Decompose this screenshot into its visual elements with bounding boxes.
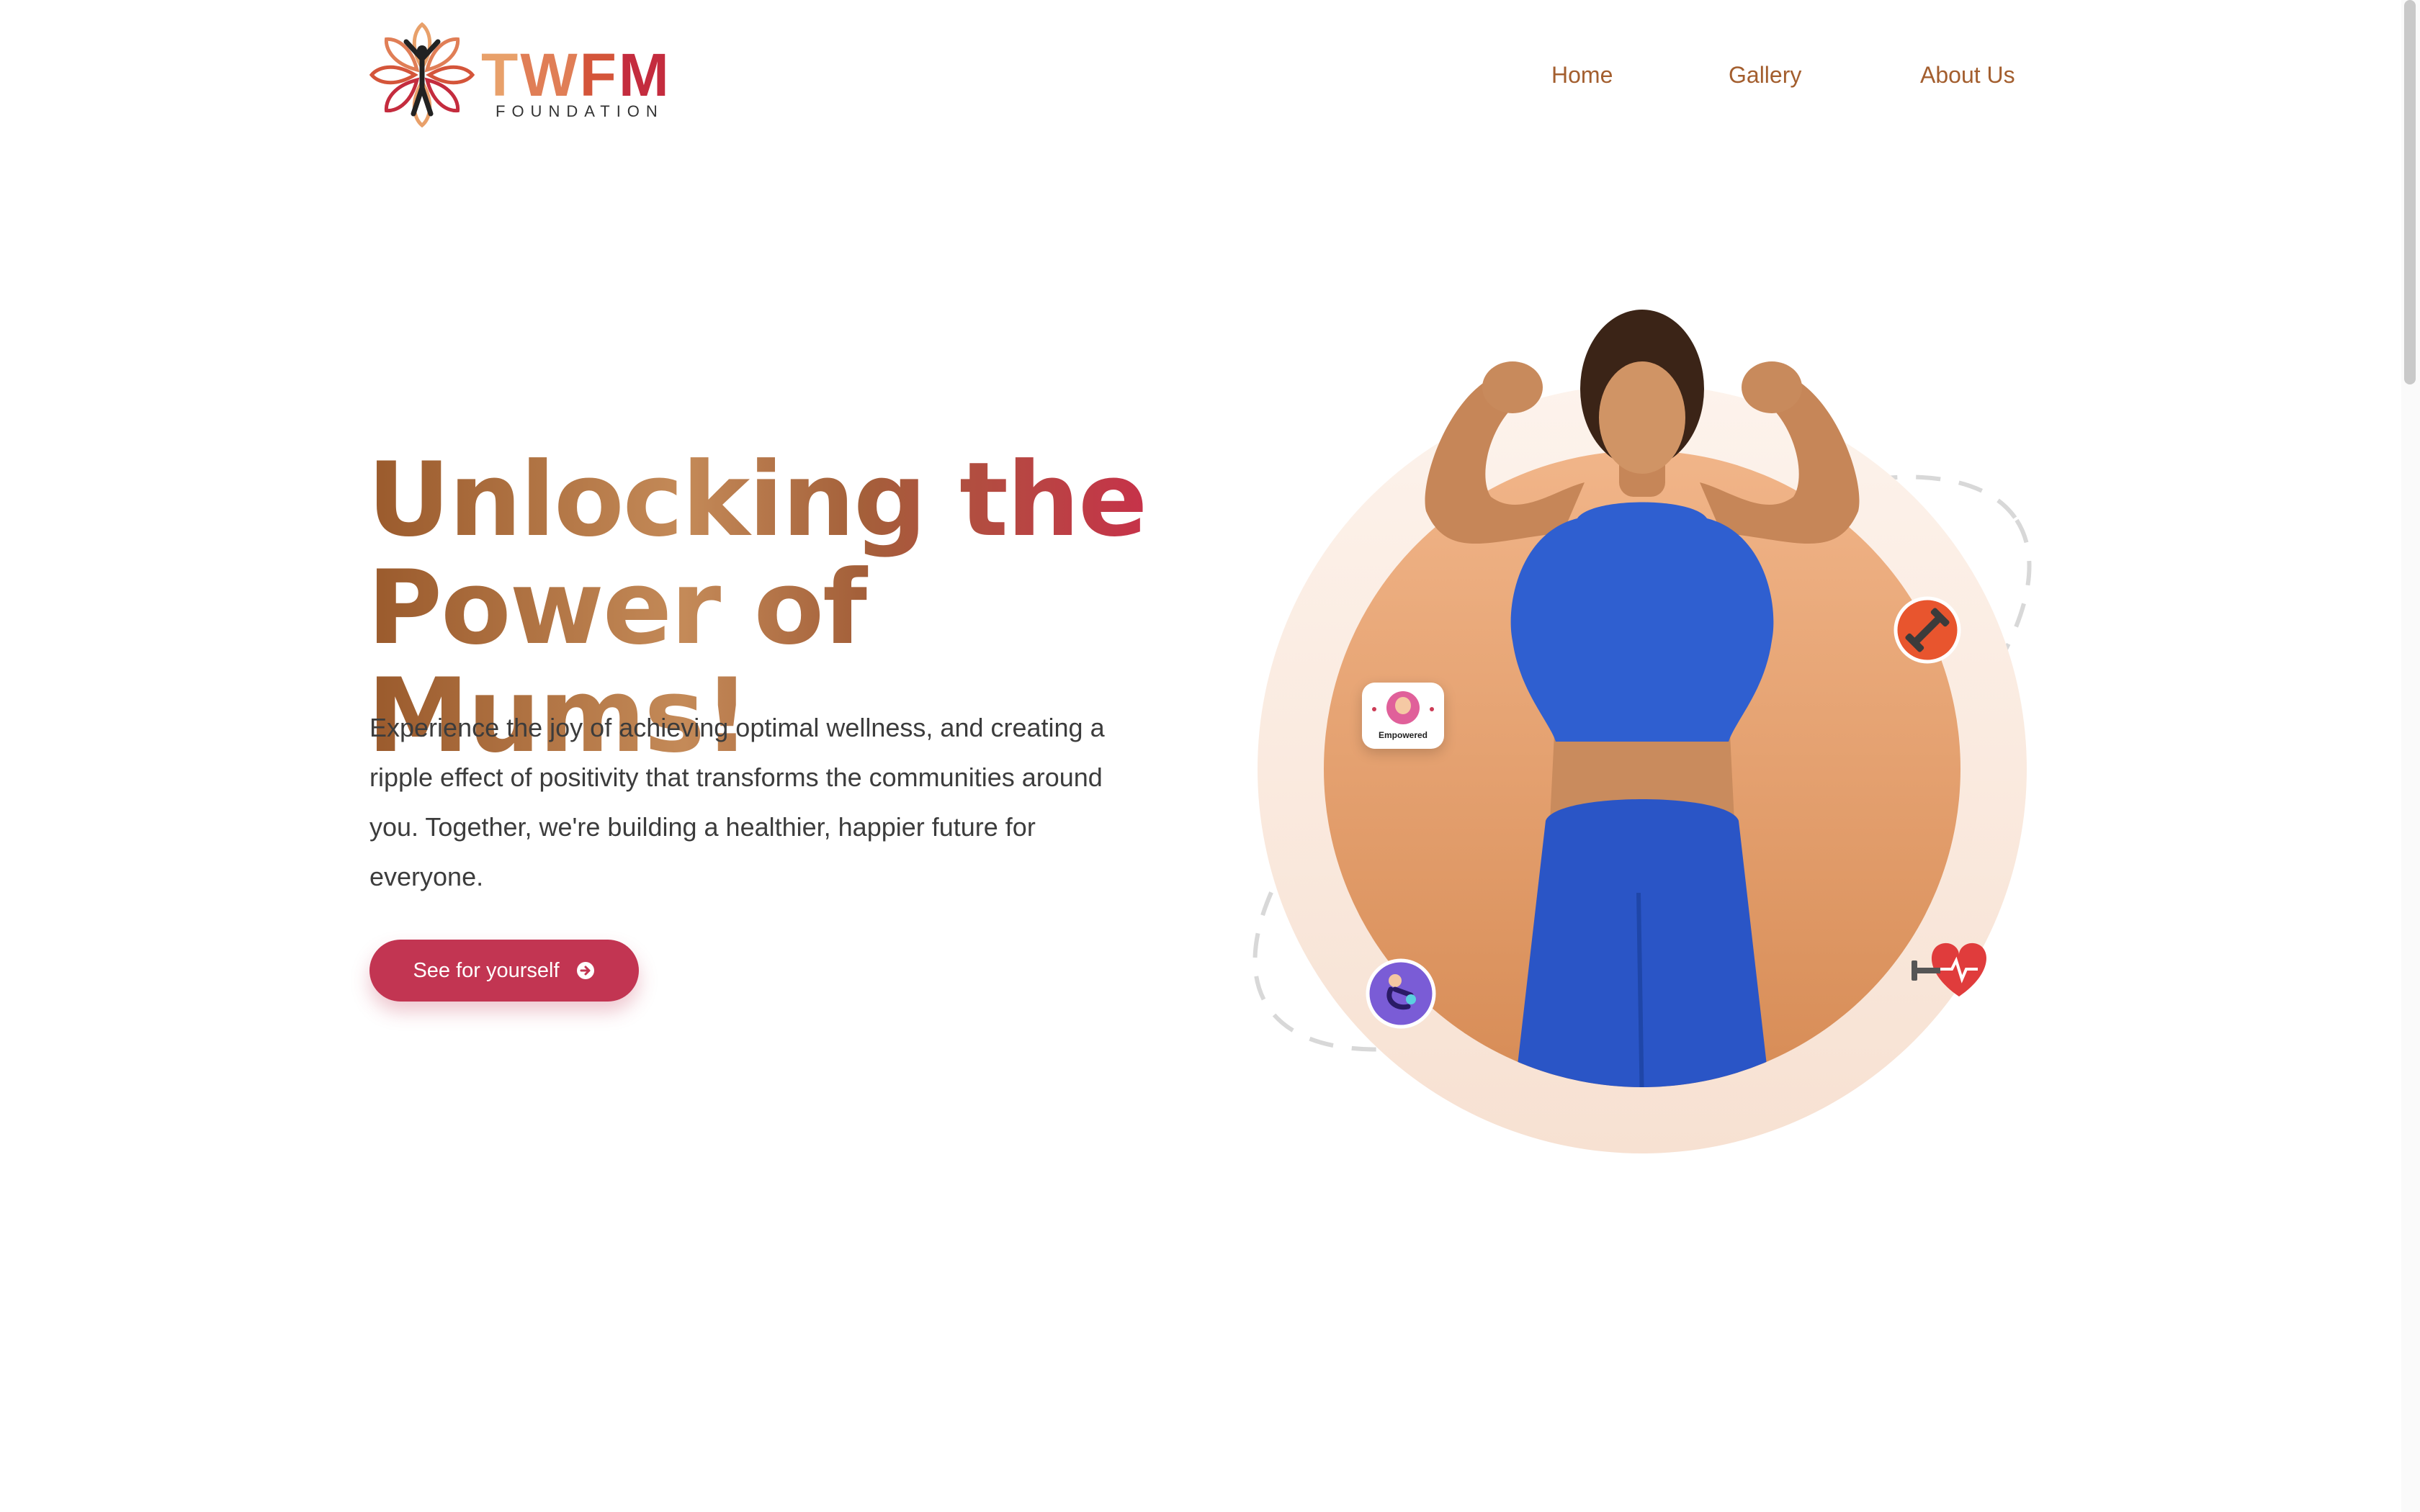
logo-letter-t: T (481, 41, 521, 109)
hero-illustration-svg (1252, 310, 2032, 1153)
logo-letter-f: F (579, 41, 619, 109)
empowered-badge-label: Empowered (1378, 730, 1428, 740)
scrollbar-thumb[interactable] (2404, 0, 2416, 384)
logo-wordmark: TWFM (481, 45, 671, 105)
empowered-badge[interactable]: Empowered (1362, 683, 1444, 749)
arrow-right-circle-icon (576, 962, 594, 979)
nav-about-us-link[interactable]: About Us (1920, 59, 2015, 91)
badge-dot-left (1372, 707, 1376, 711)
yoga-icon[interactable] (1366, 958, 1436, 1029)
hero-illustration (1217, 302, 2067, 1181)
lotus-logo-icon (369, 22, 475, 128)
badge-dot-right (1430, 707, 1434, 711)
hero-description: Experience the joy of achieving optimal … (369, 713, 1105, 891)
dumbbell-icon[interactable] (1894, 596, 1961, 664)
empowered-avatar-icon (1386, 691, 1420, 724)
logo-letter-m: M (618, 41, 671, 109)
nav-home-link[interactable]: Home (1551, 59, 1613, 91)
logo-letter-w: W (520, 41, 580, 109)
site-logo[interactable]: TWFM FOUNDATION (367, 20, 670, 130)
logo-subtitle: FOUNDATION (496, 102, 664, 120)
cta-label: See for yourself (413, 958, 560, 982)
hero-headline-line-1: Unlocking the (367, 441, 1147, 559)
nav-gallery-link[interactable]: Gallery (1729, 59, 1801, 91)
see-for-yourself-button[interactable]: See for yourself (369, 940, 639, 1002)
